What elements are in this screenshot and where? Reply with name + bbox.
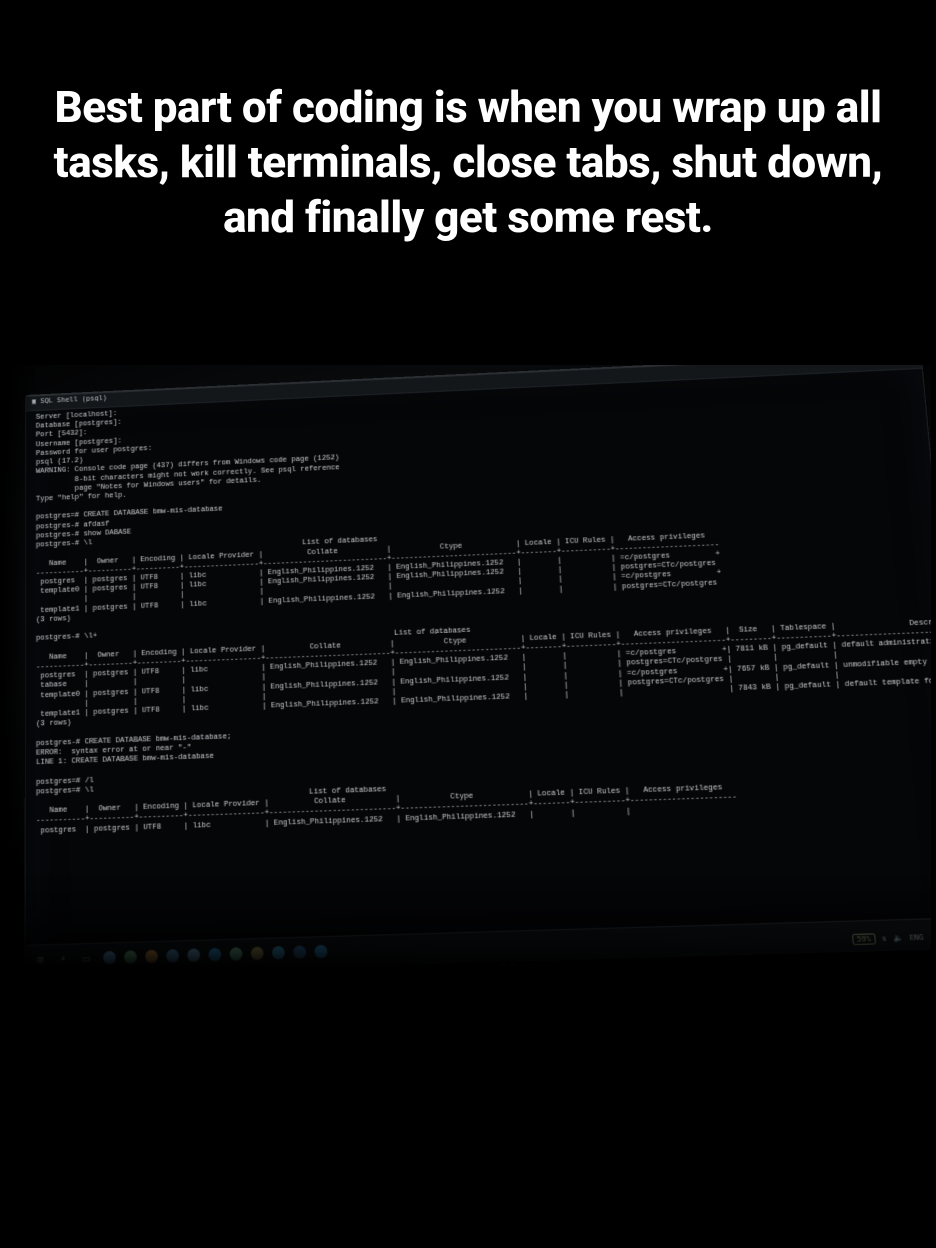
meme-caption: Best part of coding is when you wrap up … xyxy=(40,80,896,245)
laptop-photo: ▣ SQL Shell (psql) — ▢ ✕ Server [localho… xyxy=(5,365,931,965)
minimize-button[interactable]: — xyxy=(866,365,873,367)
window-title: ▣ SQL Shell (psql) xyxy=(32,394,107,405)
terminal-output: Server [localhost]: Database [postgres]:… xyxy=(26,368,931,946)
maximize-button[interactable]: ▢ xyxy=(887,365,896,366)
